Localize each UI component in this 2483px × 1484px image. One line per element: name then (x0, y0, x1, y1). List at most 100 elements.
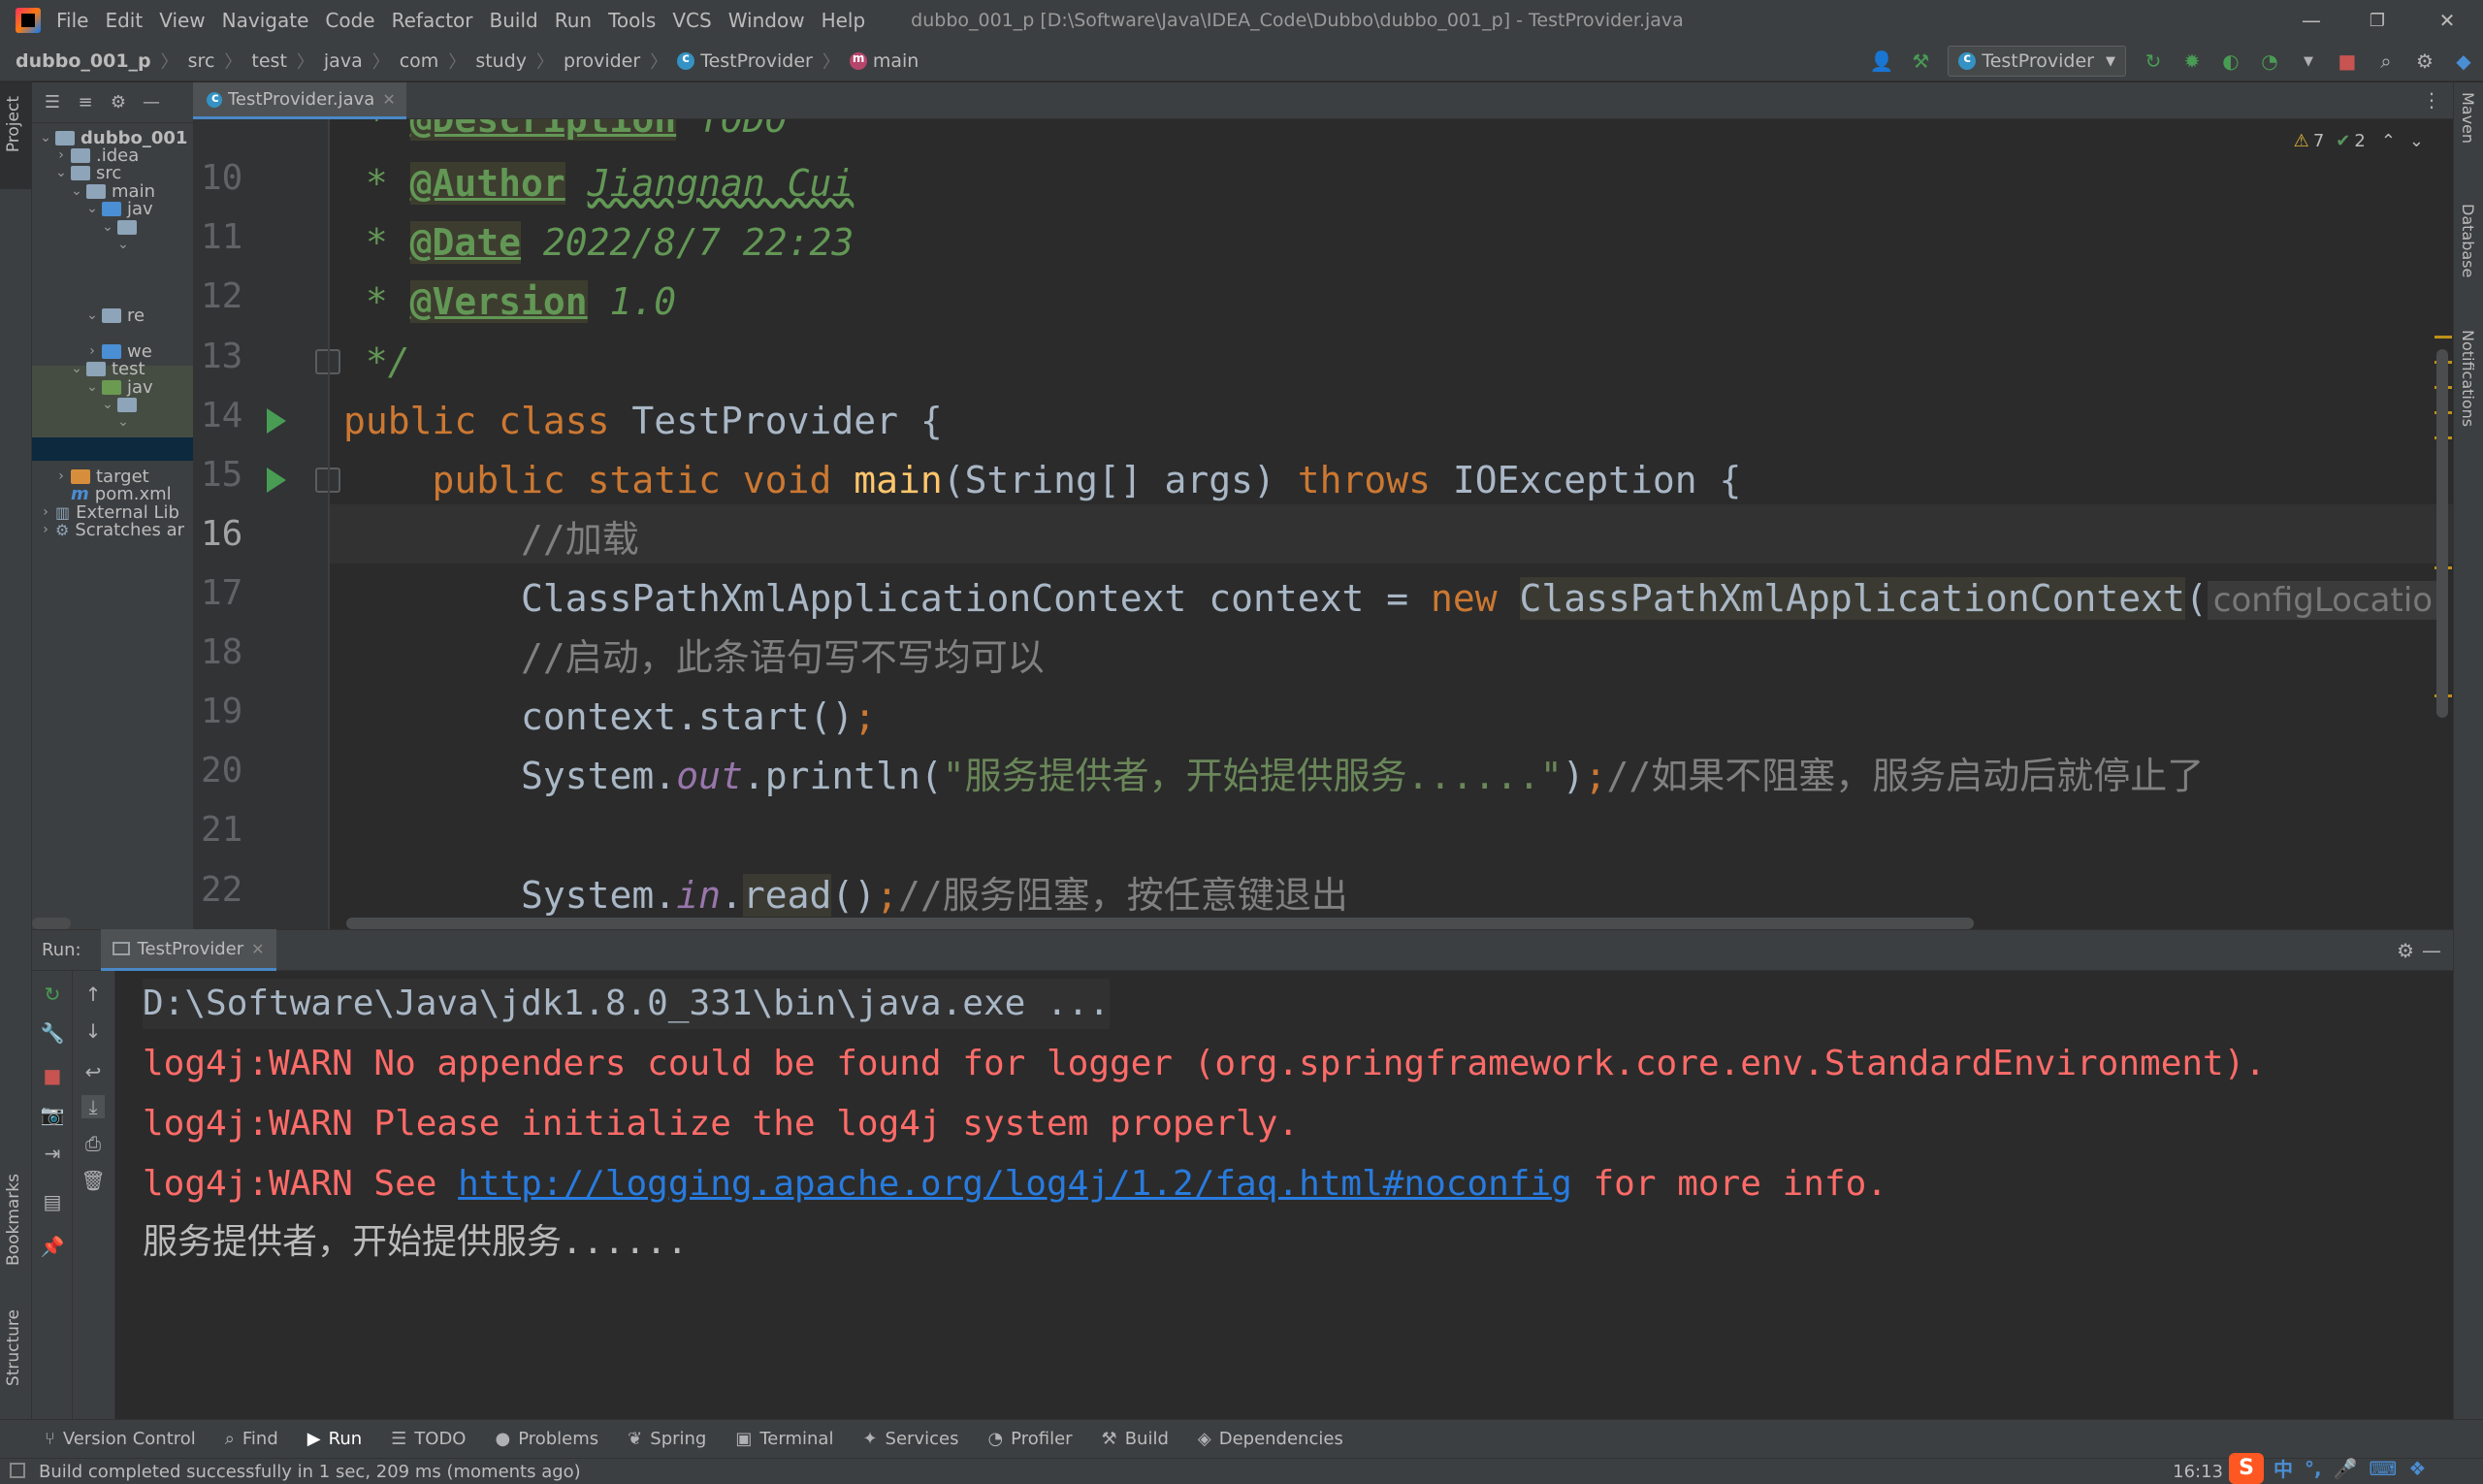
next-highlight-icon[interactable]: ⌄ (2409, 131, 2424, 151)
find-tool-button[interactable]: ⌕ Find (225, 1420, 278, 1459)
soft-wrap-icon[interactable]: ↩ (81, 1060, 105, 1083)
version-control-tool-button[interactable]: ⑂ Version Control (45, 1420, 196, 1459)
menu-code[interactable]: Code (325, 9, 374, 32)
debug-icon[interactable]: ✹ (2176, 45, 2209, 78)
breadcrumb-method[interactable]: main (849, 50, 919, 72)
code-editor[interactable]: 10 11 12 13 14 15 16 17 18 19 20 21 22 * @Descriptio… (193, 119, 2453, 929)
ime-logo-icon[interactable]: S (2229, 1452, 2264, 1484)
run-gutter-play-icon[interactable] (267, 408, 286, 434)
editor-vertical-scrollbar[interactable] (2436, 349, 2448, 718)
menu-view[interactable]: View (159, 9, 205, 32)
exit-icon[interactable]: ⇥ (41, 1142, 64, 1165)
close-run-tab-icon[interactable]: ✕ (251, 940, 264, 958)
menu-file[interactable]: File (56, 9, 88, 32)
ime-keyboard-icon[interactable]: ⌨ (2370, 1457, 2398, 1480)
run-configuration-select[interactable]: TestProvider ▼ (1948, 46, 2126, 77)
terminal-tool-button[interactable]: ▣ Terminal (735, 1420, 833, 1459)
breadcrumb-project[interactable]: dubbo_001_p (16, 50, 151, 72)
maven-tool-button[interactable]: Maven (2459, 92, 2477, 144)
structure-tool-button[interactable]: Structure (4, 1309, 23, 1386)
menu-vcs[interactable]: VCS (672, 9, 711, 32)
scroll-up-arrow-icon[interactable]: ↑ (81, 983, 105, 1006)
close-button[interactable]: ✕ (2415, 0, 2479, 41)
menu-build[interactable]: Build (490, 9, 538, 32)
settings-gear-icon[interactable]: ⚙ (2408, 45, 2441, 78)
bookmarks-tool-button[interactable]: Bookmarks (4, 1174, 23, 1266)
run-tool-button[interactable]: ▶ Run (307, 1420, 362, 1459)
collapse-all-icon[interactable]: ≡ (72, 86, 99, 119)
menu-navigate[interactable]: Navigate (222, 9, 309, 32)
status-message[interactable]: Build completed successfully in 1 sec, 2… (39, 1462, 581, 1482)
warning-stripe-marker[interactable] (2435, 336, 2452, 339)
expand-all-icon[interactable]: ☰ (39, 86, 66, 119)
run-gutter-play-icon[interactable] (267, 468, 286, 493)
ime-language-toggle[interactable]: 中 (2273, 1454, 2293, 1482)
project-horizontal-scrollbar[interactable] (32, 918, 71, 929)
breadcrumb-java[interactable]: java (324, 50, 363, 72)
print-icon[interactable]: ⎙ (81, 1132, 105, 1155)
project-tool-button[interactable]: Project (4, 96, 23, 152)
editor-horizontal-scrollbar[interactable] (346, 918, 1974, 929)
breadcrumb-provider[interactable]: provider (564, 50, 640, 72)
breadcrumb-test[interactable]: test (251, 50, 287, 72)
toolbox-icon[interactable]: ◆ (2447, 45, 2480, 78)
chevron-down-icon[interactable]: ⌄ (113, 237, 133, 252)
breadcrumb-src[interactable]: src (188, 50, 215, 72)
build-hammer-icon[interactable]: ⚒ (1904, 45, 1937, 78)
scroll-to-end-icon[interactable]: ⤓ (81, 1095, 105, 1118)
user-icon[interactable]: 👤 (1865, 45, 1898, 78)
project-tree-item[interactable]: ⌄ re (32, 301, 193, 330)
services-tool-button[interactable]: ✦ Services (862, 1420, 958, 1459)
search-icon[interactable]: ⌕ (2370, 45, 2402, 78)
chevron-right-icon[interactable]: › (36, 522, 55, 537)
previous-highlight-icon[interactable]: ⌃ (2381, 131, 2396, 151)
ime-skin-icon[interactable]: ❖ (2408, 1457, 2426, 1480)
inspection-widget[interactable]: ⚠ 7 ✔ 2 ⌃ ⌄ (2294, 131, 2424, 151)
ime-microphone-icon[interactable]: 🎤 (2334, 1457, 2358, 1480)
breadcrumb-study[interactable]: study (475, 50, 527, 72)
status-panel-toggle-icon[interactable] (10, 1463, 25, 1478)
notifications-tool-button[interactable]: Notifications (2459, 330, 2477, 427)
ime-punctuation-toggle[interactable]: °, (2305, 1457, 2322, 1480)
more-run-options-icon[interactable]: ▼ (2292, 45, 2325, 78)
breadcrumb-class[interactable]: TestProvider (677, 50, 813, 72)
chevron-down-icon[interactable]: ⌄ (113, 414, 133, 430)
project-tree-item[interactable]: › ⚙ Scratches ar (32, 515, 193, 544)
run-console[interactable]: D:\Software\Java\jdk1.8.0_331\bin\java.e… (115, 971, 2453, 1419)
stop-icon[interactable]: ■ (2331, 45, 2364, 78)
menu-window[interactable]: Window (728, 9, 805, 32)
pin-tab-icon[interactable]: 📌 (41, 1235, 65, 1258)
console-link[interactable]: http://logging.apache.org/log4j/1.2/faq.… (458, 1164, 1572, 1204)
modify-config-wrench-icon[interactable]: 🔧 (41, 1021, 65, 1045)
editor-tab-testprovider[interactable]: TestProvider.java ✕ (193, 82, 406, 119)
maximize-button[interactable]: ❐ (2345, 0, 2409, 41)
rerun-icon[interactable]: ↻ (2137, 45, 2170, 78)
more-tabs-icon[interactable]: ⋮ (2422, 88, 2441, 112)
todo-tool-button[interactable]: ☰ TODO (391, 1420, 466, 1459)
dump-threads-camera-icon[interactable]: 📷 (41, 1103, 65, 1126)
run-tab-testprovider[interactable]: TestProvider ✕ (100, 929, 276, 971)
rerun-icon[interactable]: ↻ (41, 983, 64, 1006)
project-settings-gear-icon[interactable]: ⚙ (105, 86, 132, 119)
profile-icon[interactable]: ◔ (2253, 45, 2286, 78)
code-area[interactable]: * @Description TODO * @Author Jiangnan C… (343, 119, 2453, 929)
stop-icon[interactable]: ■ (41, 1064, 64, 1087)
menu-edit[interactable]: Edit (105, 9, 143, 32)
project-tree-item[interactable]: ⌄ (32, 230, 193, 259)
run-settings-gear-icon[interactable]: ⚙ (2397, 939, 2414, 962)
spring-tool-button[interactable]: ❦ Spring (628, 1420, 706, 1459)
menu-tools[interactable]: Tools (608, 9, 656, 32)
layout-icon[interactable]: ▤ (41, 1190, 64, 1213)
database-tool-button[interactable]: Database (2459, 204, 2477, 277)
menu-run[interactable]: Run (555, 9, 592, 32)
status-caret-position[interactable]: 16:13 (2173, 1462, 2223, 1482)
dependencies-tool-button[interactable]: ◈ Dependencies (1198, 1420, 1343, 1459)
close-tab-icon[interactable]: ✕ (382, 90, 395, 109)
menu-refactor[interactable]: Refactor (392, 9, 473, 32)
hide-panel-icon[interactable]: — (138, 86, 165, 119)
coverage-icon[interactable]: ◐ (2214, 45, 2247, 78)
project-tree-item[interactable]: ⌄ (32, 407, 193, 436)
chevron-down-icon[interactable]: ⌄ (82, 307, 102, 323)
scroll-down-arrow-icon[interactable]: ↓ (81, 1019, 105, 1043)
profiler-tool-button[interactable]: ◔ Profiler (987, 1420, 1072, 1459)
